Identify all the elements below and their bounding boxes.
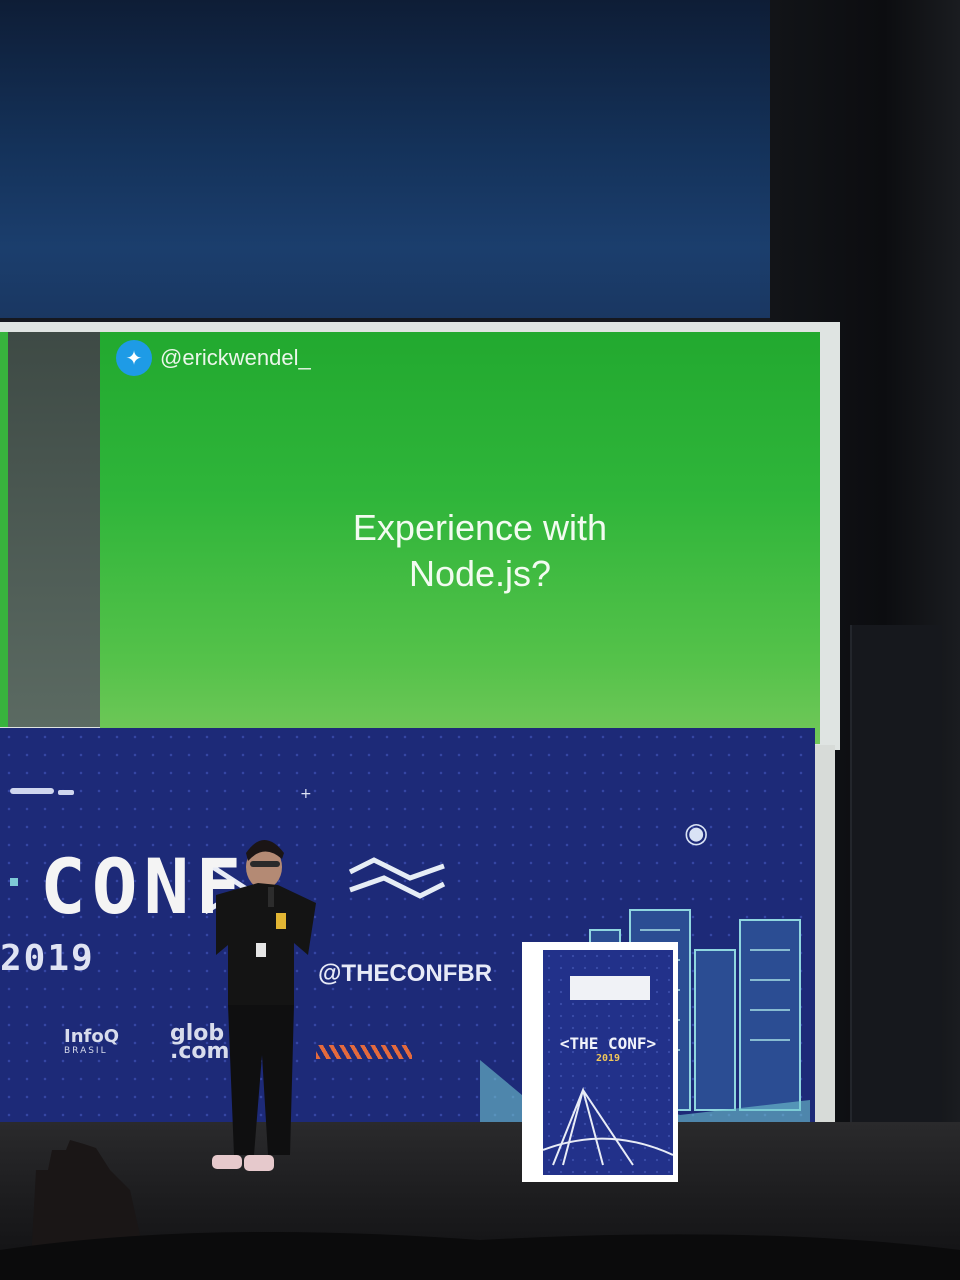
slide-question-line2: Node.js? [408,553,552,594]
wave-logo-icon [348,857,446,899]
skyline-building [739,919,801,1111]
podium-logo-year: 2019 [595,1053,621,1064]
slide-question-line1: Experience with [352,507,608,548]
dot-decoration [10,878,18,886]
hatch-decoration [316,1045,412,1059]
slide-side-panel [0,332,100,727]
sponsor-infoq: InfoQ BRASIL [64,1028,119,1058]
audience-foreground [0,1140,960,1280]
conf-social-handle: @THECONFBR [318,960,493,987]
dash-decoration [10,788,54,794]
conference-badge [256,943,266,957]
shirt-print [276,913,286,929]
speaker-glasses [250,861,280,867]
banner-edge [815,745,835,1125]
audience-heads [0,1232,960,1280]
microphone-icon [268,887,274,907]
podium-logo-text: <THE CONF> [559,1034,657,1053]
upper-projector-screen [0,0,770,330]
twitter-handle: @erickwendel_ [160,345,311,370]
podium-logo: <THE CONF> 2019 [548,1034,668,1064]
speaker-cabinet [850,625,942,1125]
dash-decoration [58,790,74,795]
slide-side-strip [0,332,8,727]
balloon-icon: ◉ [684,816,709,849]
podium-name-plate [570,976,650,1000]
sparkle-icon: + [300,786,312,802]
skyline-building [694,949,736,1111]
conf-year: 2019 [0,938,95,979]
slide-question: Experience with Node.js? [300,505,660,597]
twitter-icon: ✦ [116,340,152,376]
